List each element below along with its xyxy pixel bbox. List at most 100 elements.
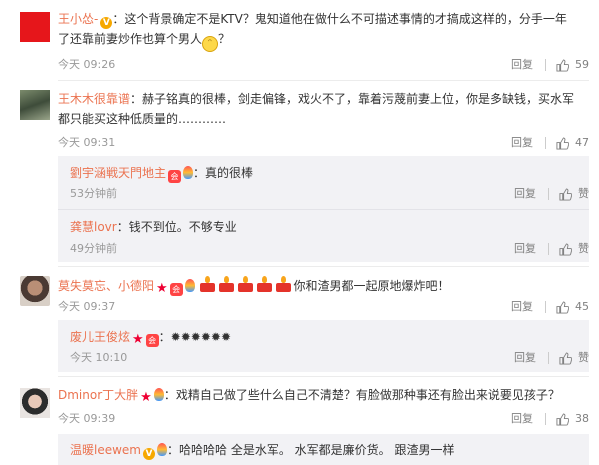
birthday-cake-icon: [256, 276, 273, 293]
comment-body-line1: ：赫子铭真的很棒，剑走偏锋，戏火不了，靠着污蔑前妻上位，你是多缺钱，买水军: [130, 92, 575, 106]
reply-button[interactable]: 回复: [514, 241, 536, 257]
comment-time: 今天 09:39: [58, 412, 116, 425]
comment-body: 你和渣男都一起原地爆炸吧！: [293, 279, 450, 293]
birthday-cake-icon: [275, 276, 292, 293]
separator: [545, 301, 546, 313]
reply-username[interactable]: 劉宇涵戦天門地主: [70, 166, 166, 180]
comment-text: 王小怂- V ：这个背景确定不是KTV？鬼知道他在做什么不可描述事情的才搞成这样的，…: [58, 10, 583, 29]
reply-button[interactable]: 回复: [511, 57, 533, 73]
like-label: 赞: [578, 187, 589, 200]
reply-text: 废儿王俊炫 ★ 会：✹✹✹✹✹✹: [70, 328, 579, 347]
star-icon: ★: [140, 390, 152, 405]
comment-text-line2: 都只能买这种低质量的…………: [58, 110, 583, 128]
member-icon: 会: [145, 334, 159, 347]
comment-body-line2: 都只能买这种低质量的…………: [58, 112, 227, 126]
avatar[interactable]: [20, 388, 50, 418]
reply-time: 49分钟前: [70, 242, 117, 255]
reply-list: 劉宇涵戦天門地主会 ：真的很棒 53分钟前 回复 赞 龚慧lovr：钱不到位。不够…: [58, 156, 589, 262]
separator: [545, 413, 546, 425]
comment-text: 莫失莫忘、小德阳 ★ 会 你和渣男都一起原地爆炸吧！: [58, 276, 583, 296]
avatar[interactable]: [20, 90, 50, 120]
comment-time: 今天 09:26: [58, 58, 116, 71]
like-count: 38: [575, 412, 589, 425]
thumbs-up-icon: [559, 242, 572, 256]
reply-button[interactable]: 回复: [511, 135, 533, 151]
reply-time: 今天 10:10: [70, 351, 128, 364]
thumbs-up-icon: [556, 300, 569, 314]
thumbs-up-icon: [556, 136, 569, 150]
comment-item: Dminor丁大胖 ★ ：戏精自己做了些什么自己不清楚？有脸做那种事还有脸出来说要见…: [0, 376, 599, 465]
like-count: 59: [575, 58, 589, 71]
like-count: 45: [575, 300, 589, 313]
separator: [548, 188, 549, 200]
like-button[interactable]: 59: [556, 57, 589, 73]
username[interactable]: 莫失莫忘、小德阳: [58, 279, 154, 293]
like-button[interactable]: 47: [556, 135, 589, 151]
reply-username[interactable]: 废儿王俊炫: [70, 330, 130, 344]
avatar[interactable]: [20, 276, 50, 306]
thumbs-up-icon: [556, 412, 569, 426]
like-button[interactable]: 赞: [559, 241, 589, 257]
comment-item: 王木木很靠谱：赫子铭真的很棒，剑走偏锋，戏火不了，靠着污蔑前妻上位，你是多缺钱，…: [0, 80, 599, 262]
thumbs-up-icon: [556, 58, 569, 72]
username[interactable]: 王小怂-: [58, 12, 98, 26]
comment-time: 今天 09:31: [58, 136, 116, 149]
comment-body: ：戏精自己做了些什么自己不清楚？有脸做那种事还有脸出来说要见孩子？: [163, 388, 560, 402]
reply-button[interactable]: 回复: [514, 186, 536, 202]
verified-v-icon: V: [100, 17, 113, 29]
reply-username[interactable]: 温暖leewem: [70, 443, 141, 457]
reply-actions: 回复 赞: [514, 186, 589, 202]
comment-text-line2: 了还靠前妻炒作也算个男人 ᵔ？: [58, 30, 583, 52]
comment-time: 今天 09:37: [58, 300, 116, 313]
comment-item: 王小怂- V ：这个背景确定不是KTV？鬼知道他在做什么不可描述事情的才搞成这样的，…: [0, 0, 599, 80]
reply-body: ：钱不到位。不够专业: [116, 220, 237, 234]
reply-button[interactable]: 回复: [511, 299, 533, 315]
lightbulb-icon: [157, 443, 167, 456]
member-icon: 会: [168, 170, 182, 183]
comment-item: 莫失莫忘、小德阳 ★ 会 你和渣男都一起原地爆炸吧！ 今天 09:37 回复 45 …: [0, 266, 599, 372]
comment-body-line1: ：这个背景确定不是KTV？鬼知道他在做什么不可描述事情的才搞成这样的，分手一年: [112, 12, 567, 26]
divider: [58, 209, 589, 210]
birthday-cake-icon: [237, 276, 254, 293]
reply-list: 废儿王俊炫 ★ 会：✹✹✹✹✹✹ 今天 10:10 回复 赞: [58, 320, 589, 372]
member-icon: 会: [169, 283, 183, 296]
thumbs-up-icon: [559, 187, 572, 201]
star-icon: ★: [132, 332, 144, 347]
separator: [545, 137, 546, 149]
comment-actions: 回复 59: [511, 57, 589, 73]
separator: [548, 352, 549, 364]
comment-actions: 回复 38: [511, 411, 589, 427]
reply-username[interactable]: 龚慧lovr: [70, 220, 117, 234]
reply-button[interactable]: 回复: [511, 411, 533, 427]
comment-text: 王木木很靠谱：赫子铭真的很棒，剑走偏锋，戏火不了，靠着污蔑前妻上位，你是多缺钱，…: [58, 90, 583, 108]
like-button[interactable]: 赞: [559, 350, 589, 366]
reply-text: 龚慧lovr：钱不到位。不够专业: [70, 218, 579, 236]
verified-v-icon: V: [143, 448, 155, 460]
reply-text: 劉宇涵戦天門地主会 ：真的很棒: [70, 164, 579, 183]
like-button[interactable]: 38: [556, 411, 589, 427]
username[interactable]: 王木木很靠谱: [58, 92, 130, 106]
reply-actions: 回复 赞: [514, 241, 589, 257]
reply-body: ：真的很棒: [193, 166, 254, 180]
lightbulb-icon: [184, 279, 195, 292]
like-button[interactable]: 赞: [559, 186, 589, 202]
comment-text: Dminor丁大胖 ★ ：戏精自己做了些什么自己不清楚？有脸做那种事还有脸出来说要见…: [58, 386, 583, 404]
like-count: 47: [575, 136, 589, 149]
comment-body-end: ？: [218, 32, 231, 46]
comment-actions: 回复 45: [511, 299, 589, 315]
birthday-cake-icon: [218, 276, 235, 293]
birthday-cake-icon: [199, 276, 216, 293]
reply-button[interactable]: 回复: [514, 350, 536, 366]
emoji-sweat-icon: ᵔ: [202, 36, 219, 52]
reply-body: ：✹✹✹✹✹✹: [158, 330, 232, 344]
separator: [548, 243, 549, 255]
reply-time: 53分钟前: [70, 187, 117, 200]
avatar[interactable]: [20, 12, 50, 42]
username[interactable]: Dminor丁大胖: [58, 388, 138, 402]
reply-text: 温暖leewem V ：哈哈哈哈 全是水军。 水军都是廉价货。 跟渣男一样: [70, 441, 579, 460]
reply-actions: 回复 赞: [514, 350, 589, 366]
comment-actions: 回复 47: [511, 135, 589, 151]
like-button[interactable]: 45: [556, 299, 589, 315]
lightbulb-icon: [183, 166, 194, 179]
reply-body: ：哈哈哈哈 全是水军。 水军都是廉价货。 跟渣男一样: [167, 443, 455, 457]
